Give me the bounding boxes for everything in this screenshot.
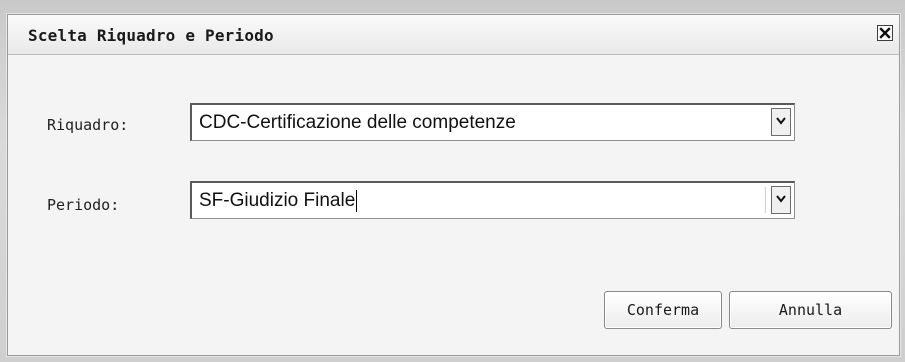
dialog-title: Scelta Riquadro e Periodo <box>28 26 274 45</box>
riquadro-select[interactable]: CDC-Certificazione delle competenze <box>190 103 795 141</box>
chevron-down-icon <box>776 195 786 203</box>
periodo-value: SF-Giudizio Finale <box>199 190 358 212</box>
riquadro-value: CDC-Certificazione delle competenze <box>199 112 516 133</box>
confirm-button[interactable]: Conferma <box>604 291 722 329</box>
riquadro-dropdown-button[interactable] <box>771 108 791 136</box>
dialog-titlebar[interactable]: Scelta Riquadro e Periodo <box>8 15 899 55</box>
dialog-body: Riquadro: CDC-Certificazione delle compe… <box>8 55 899 355</box>
periodo-label: Periodo: <box>47 196 120 214</box>
close-button[interactable] <box>877 25 893 41</box>
selection-dialog: Scelta Riquadro e Periodo Riquadro: CDC-… <box>7 14 900 356</box>
riquadro-label: Riquadro: <box>47 116 129 134</box>
periodo-divider <box>765 187 766 213</box>
periodo-dropdown-button[interactable] <box>771 186 791 214</box>
close-icon <box>879 27 891 39</box>
chevron-down-icon <box>776 117 786 125</box>
periodo-select[interactable]: SF-Giudizio Finale <box>190 181 795 219</box>
cancel-button[interactable]: Annulla <box>729 291 892 329</box>
